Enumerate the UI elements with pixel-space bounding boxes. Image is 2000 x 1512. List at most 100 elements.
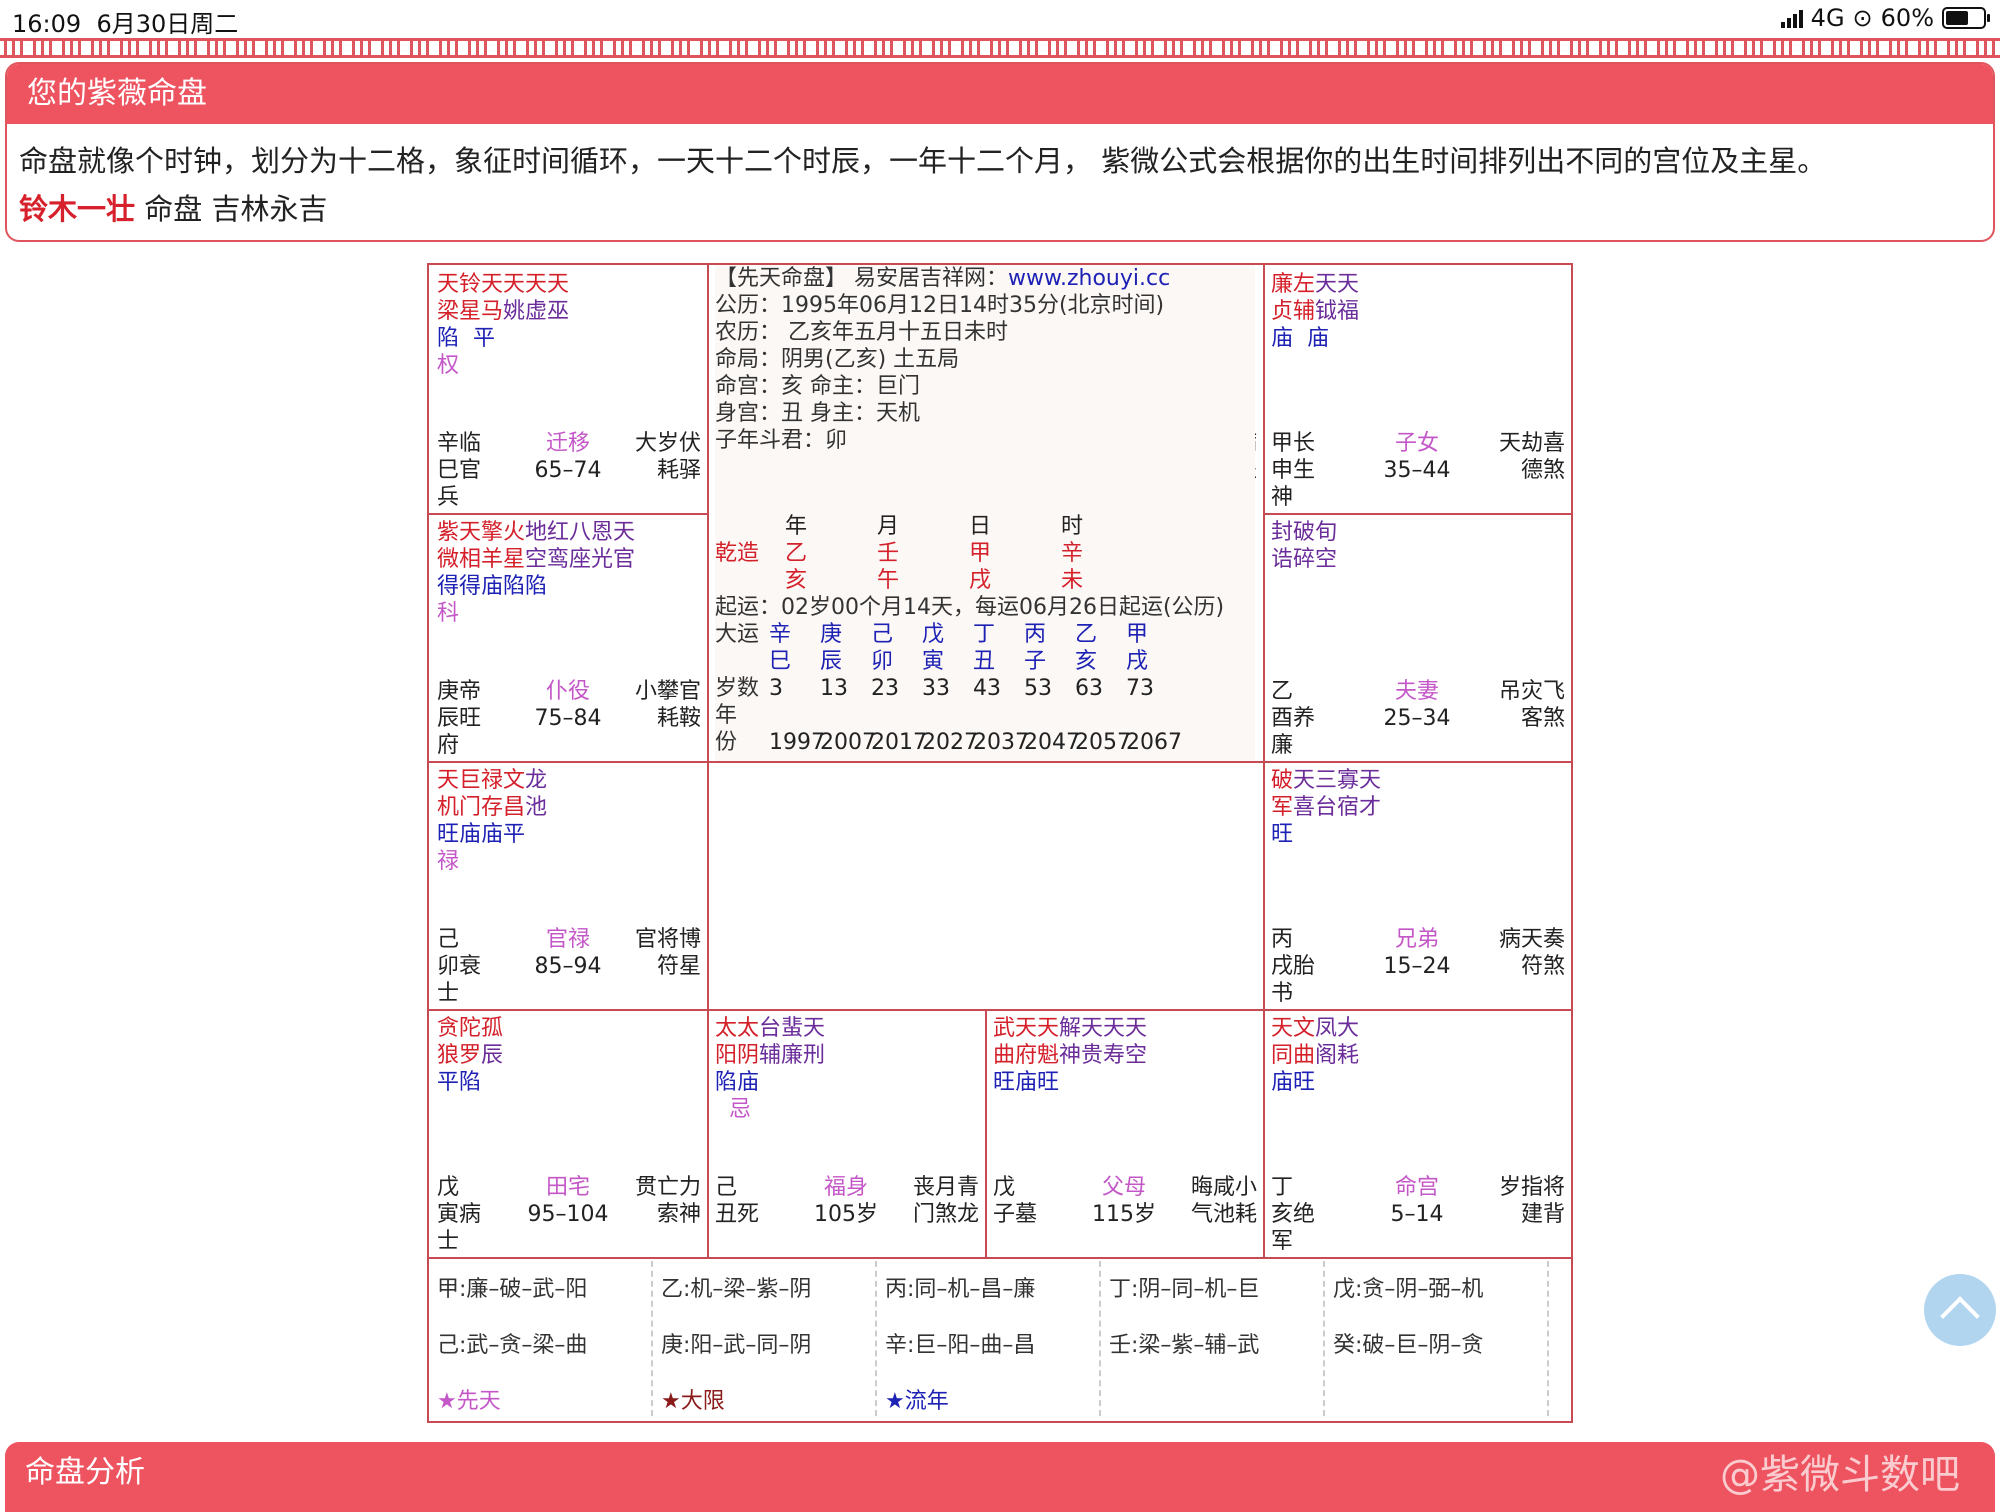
palace-name[interactable]: 父母 [1102, 1175, 1146, 1200]
palace-name[interactable]: 仆役 [546, 679, 590, 704]
row-cell: 1997 [769, 730, 825, 755]
row-cell: 乙 [785, 541, 808, 566]
row-cell: 亥 [785, 568, 808, 593]
clock-time: 16:09 [12, 10, 82, 38]
row-cell: 庚 [820, 622, 843, 647]
row-cell: 甲 [969, 541, 992, 566]
palace-gods: 大岁伏 耗驿 [634, 431, 701, 483]
grid-hline [429, 761, 1571, 763]
clock-date: 6月30日周二 [96, 10, 239, 38]
site-link[interactable]: www.zhouyi.cc [1008, 266, 1170, 291]
palace-fushen[interactable]: 太太台蜚天 阳阴辅廉刑 陷庙 忌己 丑死 福身 105岁 丧月青 门煞龙 [707, 1009, 985, 1257]
card-title: 您的紫薇命盘 [7, 64, 1993, 124]
palace-name[interactable]: 福身 [824, 1175, 868, 1200]
palace-age-range: 75–84 [534, 706, 602, 731]
palace-stars: 封破旬 诰碎空 [1271, 520, 1338, 572]
row-cell: 壬 [877, 541, 900, 566]
palace-gods: 小攀官 耗鞍 [634, 679, 701, 731]
palace-name[interactable]: 子女 [1395, 431, 1439, 456]
row-cell: 2017 [871, 730, 927, 755]
dou-jun: 子年斗君：卯 [715, 428, 848, 453]
palace-gods: 天劫喜 德煞 [1498, 431, 1565, 483]
row-cell: 子 [1024, 649, 1047, 674]
site-prefix: 【先天命盘】 易安居吉祥网： [715, 266, 1008, 291]
row-cell: 日 [969, 514, 992, 539]
row-cell: 辛 [769, 622, 792, 647]
palace-guanlu[interactable]: 天巨禄文龙 机门存昌池 旺庙庙平 禄己 卯衰 士官禄 85–94 官将博 符星 [429, 761, 707, 1009]
palace-name[interactable]: 田宅 [546, 1175, 590, 1200]
row-cell: 寅 [922, 649, 945, 674]
row-cell: 亥 [1075, 649, 1098, 674]
row-cell: 辰 [820, 649, 843, 674]
row-cell: 43 [973, 676, 1001, 701]
palace-puyi[interactable]: 紫天擎火地红八恩天 微相羊星空鸾座光官 得得庙陷陷 科庚帝 辰旺 府仆役 75–8… [429, 513, 707, 761]
legend-divider [875, 1261, 877, 1416]
battery-percent: 60% [1880, 4, 1934, 32]
orientation-lock-icon: ⊙ [1852, 4, 1873, 32]
palace-tianzhai[interactable]: 贪陀孤 狼罗辰 平陷戊 寅病 士田宅 95–104 贯亡力 索神 [429, 1009, 707, 1257]
palace-name[interactable]: 兄弟 [1395, 927, 1439, 952]
scroll-top-button[interactable] [1924, 1274, 1996, 1346]
palace-xiongdi[interactable]: 破天三寡天 军喜台宿才 旺丙 戌胎 书兄弟 15–24 病天奏 符煞 [1263, 761, 1571, 1009]
lunar-date: 农历： 乙亥年五月十五日未时 [715, 320, 1008, 345]
legend-marker[interactable]: ★先天 [437, 1383, 501, 1415]
legend-marker[interactable]: ★流年 [885, 1383, 949, 1415]
legend-divider [1323, 1261, 1325, 1416]
row-cell: 丁 [973, 622, 996, 647]
palace-fuqi[interactable]: 封破旬 诰碎空乙 酉养 廉夫妻 25–34 吊灾飞 客煞 [1263, 513, 1571, 761]
year-label: 年 [715, 703, 738, 728]
palace-stars: 天铃天天天天 梁星马姚虚巫 陷 平 权 [437, 272, 570, 378]
legend-marker[interactable]: ★大限 [661, 1383, 725, 1415]
palace-name[interactable]: 夫妻 [1395, 679, 1439, 704]
row-cell: 己 [871, 622, 894, 647]
grid-vline [985, 1009, 987, 1257]
legend-item: 丙:同–机–昌–廉 [885, 1277, 1036, 1302]
dayun-ages: 岁数 3 13 23 33 43 53 63 73 [715, 675, 1255, 702]
palace-name[interactable]: 官禄 [546, 927, 590, 952]
row-label: 岁数 [715, 676, 760, 701]
row-cell: 未 [1061, 568, 1084, 593]
signal-icon [1780, 8, 1803, 28]
battery-icon [1942, 7, 1990, 29]
row-cell: 辛 [1061, 541, 1084, 566]
palace-age-range: 115岁 [1092, 1202, 1156, 1227]
legend-item: 癸:破–巨–阴–贪 [1333, 1333, 1484, 1358]
row-cell: 戌 [969, 568, 992, 593]
row-cell: 2047 [1024, 730, 1080, 755]
ziwei-chart: 天铃天天天天 梁星马姚虚巫 陷 平 权辛临 巳官 兵迁移65–74大岁伏 耗驿七… [427, 263, 1573, 1423]
palace-gods: 病天奏 符煞 [1498, 927, 1565, 979]
palace-fumu[interactable]: 武天天解天天天 曲府魁神贵寿空 旺庙旺戊 子墓 父母 115岁 晦咸小 气池耗 [985, 1009, 1263, 1257]
solar-date: 公历：1995年06月12日14时35分(北京时间) [715, 293, 1165, 318]
status-time: 16:09 6月30日周二 [12, 4, 238, 39]
pillar-stems: 乾造乙 壬 甲 辛 [715, 540, 1255, 567]
palace-stars: 破天三寡天 军喜台宿才 旺 [1271, 768, 1382, 847]
shen-gong: 身宫：丑 身主：天机 [715, 401, 920, 426]
dayun-branches: 巳辰卯寅丑子亥戌 [715, 648, 1255, 675]
row-cell: 73 [1126, 676, 1154, 701]
grid-hline [429, 1009, 1571, 1011]
palace-qianyi[interactable]: 天铃天天天天 梁星马姚虚巫 陷 平 权辛临 巳官 兵迁移 65–74 大岁伏 耗驿 [429, 265, 707, 513]
row-cell: 午 [877, 568, 900, 593]
row-cell: 丙 [1024, 622, 1047, 647]
palace-zinv[interactable]: 廉左天天 贞辅钺福 庙 庙甲长 申生 神子女 35–44 天劫喜 德煞 [1263, 265, 1571, 513]
pillar-branches: 亥午戌未 [715, 567, 1255, 594]
palace-age-range: 15–24 [1383, 954, 1451, 979]
palace-gods: 晦咸小 气池耗 [1190, 1175, 1257, 1227]
row-cell: 63 [1075, 676, 1103, 701]
decorative-border [0, 38, 2000, 58]
dayun-stems: 大运辛 庚 己 戊 丁 丙 乙 甲 [715, 621, 1255, 648]
row-cell: 3 [769, 676, 783, 701]
row-cell: 戊 [922, 622, 945, 647]
legend-item: 乙:机–梁–紫–阴 [661, 1277, 812, 1302]
palace-gods: 吊灾飞 客煞 [1498, 679, 1565, 731]
watermark: @紫微斗数吧 [1720, 1452, 1960, 1498]
palace-ming[interactable]: 天文凤大 同曲阁耗 庙旺丁 亥绝 军命宫 5–14 岁指将 建背 [1263, 1009, 1571, 1257]
chart-owner: 铃木一壮 命盘 吉林永吉 [19, 186, 327, 228]
palace-name[interactable]: 命宫 [1395, 1175, 1439, 1200]
row-cell: 33 [922, 676, 950, 701]
palace-age-range: 25–34 [1383, 706, 1451, 731]
row-cell: 13 [820, 676, 848, 701]
palace-name[interactable]: 迁移 [546, 431, 590, 456]
owner-name[interactable]: 铃木一壮 [19, 192, 135, 226]
grid-hline [1263, 513, 1571, 515]
